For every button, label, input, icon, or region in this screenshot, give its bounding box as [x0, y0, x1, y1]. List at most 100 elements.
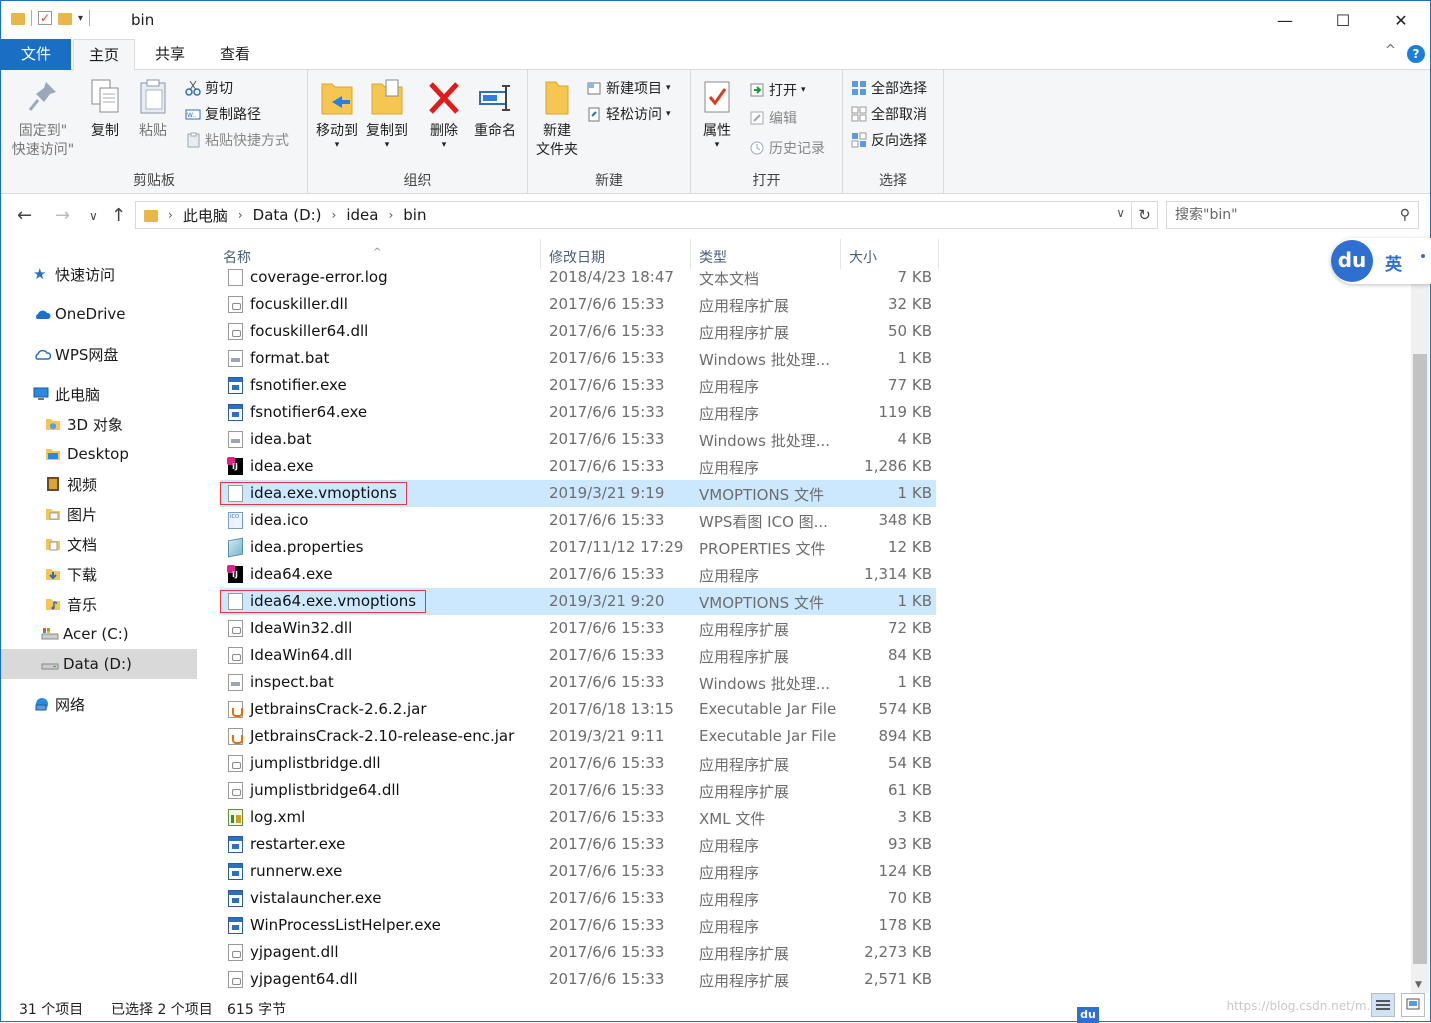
vertical-scrollbar[interactable]: ▲ ▼ [1411, 239, 1429, 993]
breadcrumb-data-d[interactable]: Data (D:) [253, 206, 322, 224]
refresh-icon[interactable]: ↻ [1131, 202, 1157, 228]
tab-share[interactable]: 共享 [139, 39, 201, 70]
chevron-right-icon[interactable]: › [238, 208, 243, 222]
file-row[interactable]: idea.exe 2017/6/6 15:33 应用程序 1,286 KB [220, 453, 936, 480]
recent-locations-chevron-icon[interactable]: ∨ [89, 209, 98, 223]
collapse-ribbon-icon[interactable]: ^ [1385, 43, 1396, 58]
up-arrow-icon[interactable]: ↑ [111, 205, 126, 226]
paste-shortcut-button[interactable]: 粘贴快捷方式 [185, 130, 289, 150]
nav-item-network[interactable]: 网络 [1, 689, 197, 719]
new-folder-icon[interactable] [58, 13, 72, 25]
column-divider[interactable] [938, 239, 939, 269]
file-row[interactable]: idea.bat 2017/6/6 15:33 Windows 批处理... 4 KB [220, 426, 936, 453]
large-icons-view-button[interactable] [1401, 993, 1425, 1017]
history-button[interactable]: 历史记录 [749, 138, 825, 158]
select-all-button[interactable]: 全部选择 [851, 78, 927, 98]
breadcrumb-this-pc[interactable]: 此电脑 [183, 205, 228, 226]
chevron-right-icon[interactable]: › [168, 208, 173, 222]
cut-button[interactable]: 剪切 [185, 78, 233, 98]
file-row[interactable]: vistalauncher.exe 2017/6/6 15:33 应用程序 70 KB [220, 885, 936, 912]
pin-quick-access-button[interactable]: 固定到" 快速访问" [9, 78, 77, 160]
file-row[interactable]: focuskiller64.dll 2017/6/6 15:33 应用程序扩展 50 … [220, 318, 936, 345]
properties-check-icon[interactable]: ✓ [38, 11, 52, 25]
file-row[interactable]: JetbrainsCrack-2.10-release-enc.jar 2019/… [220, 723, 936, 750]
file-row[interactable]: runnerw.exe 2017/6/6 15:33 应用程序 124 KB [220, 858, 936, 885]
search-icon[interactable]: ⚲ [1400, 202, 1410, 228]
nav-item-music[interactable]: 音乐 [1, 589, 197, 619]
file-row[interactable]: focuskiller.dll 2017/6/6 15:33 应用程序扩展 32 KB [220, 291, 936, 318]
nav-item-downloads[interactable]: 下载 [1, 559, 197, 589]
nav-item-drive-c[interactable]: Acer (C:) [1, 619, 197, 649]
file-row[interactable]: idea.exe.vmoptions 2019/3/21 9:19 VMOPTION… [220, 480, 936, 507]
search-input[interactable]: 搜索"bin" ⚲ [1166, 201, 1419, 229]
file-row[interactable]: format.bat 2017/6/6 15:33 Windows 批处理... 1 … [220, 345, 936, 372]
delete-button[interactable]: 删除 ▾ [424, 78, 464, 150]
copy-path-button[interactable]: W.. 复制路径 [185, 104, 261, 124]
new-item-button[interactable]: 新建项目 ▾ [586, 78, 671, 98]
open-button[interactable]: 打开 ▾ [749, 80, 806, 100]
nav-item-videos[interactable]: 视频 [1, 469, 197, 499]
chevron-right-icon[interactable]: › [388, 208, 393, 222]
help-icon[interactable]: ? [1407, 45, 1425, 63]
details-view-button[interactable] [1371, 993, 1395, 1017]
file-row[interactable]: IdeaWin64.dll 2017/6/6 15:33 应用程序扩展 84 KB [220, 642, 936, 669]
file-row[interactable]: idea64.exe.vmoptions 2019/3/21 9:20 VMOPTI… [220, 588, 936, 615]
forward-arrow-icon[interactable]: → [55, 205, 70, 226]
file-row[interactable]: yjpagent64.dll 2017/6/6 15:33 应用程序扩展 2,571 … [220, 966, 936, 993]
select-none-button[interactable]: 全部取消 [851, 104, 927, 124]
breadcrumb-bin[interactable]: bin [403, 206, 426, 224]
scrollbar-thumb[interactable] [1413, 354, 1427, 964]
rename-button[interactable]: 重命名 [470, 78, 520, 141]
file-row[interactable]: log.xml 2017/6/6 15:33 XML 文件 3 KB [220, 804, 936, 831]
nav-item-onedrive[interactable]: OneDrive [1, 299, 197, 329]
file-row[interactable]: JetbrainsCrack-2.6.2.jar 2017/6/18 13:15 E… [220, 696, 936, 723]
maximize-button[interactable]: ☐ [1314, 1, 1372, 39]
nav-item-documents[interactable]: 文档 [1, 529, 197, 559]
ime-widget[interactable]: du 英 [1331, 238, 1431, 284]
properties-button[interactable]: 属性 ▾ [697, 78, 737, 150]
chevron-right-icon[interactable]: › [332, 208, 337, 222]
address-dropdown-chevron-icon[interactable]: ∨ [1116, 206, 1125, 220]
easy-access-button[interactable]: 轻松访问 ▾ [586, 104, 671, 124]
tab-file[interactable]: 文件 [1, 39, 71, 70]
file-row[interactable]: jumplistbridge64.dll 2017/6/6 15:33 应用程序扩展… [220, 777, 936, 804]
tab-view[interactable]: 查看 [205, 39, 265, 70]
ime-language-toggle[interactable]: 英 [1385, 250, 1402, 275]
file-row[interactable]: jumplistbridge.dll 2017/6/6 15:33 应用程序扩展 54… [220, 750, 936, 777]
file-row[interactable]: fsnotifier64.exe 2017/6/6 15:33 应用程序 119 KB [220, 399, 936, 426]
paste-button[interactable]: 粘贴 [133, 78, 173, 141]
nav-item-3d-objects[interactable]: 3D 对象 [1, 409, 197, 439]
copy-button[interactable]: 复制 [85, 78, 125, 141]
file-row[interactable]: IdeaWin32.dll 2017/6/6 15:33 应用程序扩展 72 KB [220, 615, 936, 642]
back-arrow-icon[interactable]: ← [17, 205, 32, 226]
customize-dropdown-icon[interactable]: ▾ [78, 13, 83, 24]
file-row[interactable]: inspect.bat 2017/6/6 15:33 Windows 批处理... 1… [220, 669, 936, 696]
move-to-button[interactable]: 移动到 ▾ [314, 78, 360, 150]
nav-item-wps-cloud[interactable]: WPS网盘 [1, 339, 197, 369]
file-row[interactable]: idea64.exe 2017/6/6 15:33 应用程序 1,314 KB [220, 561, 936, 588]
ime-logo[interactable]: du [1331, 240, 1373, 282]
file-row[interactable]: fsnotifier.exe 2017/6/6 15:33 应用程序 77 KB [220, 372, 936, 399]
scroll-down-arrow-icon[interactable]: ▼ [1415, 980, 1422, 990]
file-row[interactable]: yjpagent.dll 2017/6/6 15:33 应用程序扩展 2,273 KB [220, 939, 936, 966]
close-button[interactable]: ✕ [1372, 1, 1430, 39]
nav-item-quick-access[interactable]: ★ 快速访问 [1, 259, 197, 289]
tab-home[interactable]: 主页 [73, 39, 135, 71]
file-row[interactable]: idea.ico 2017/6/6 15:33 WPS看图 ICO 图... 348 … [220, 507, 936, 534]
nav-item-this-pc[interactable]: 此电脑 [1, 379, 197, 409]
file-row[interactable]: restarter.exe 2017/6/6 15:33 应用程序 93 KB [220, 831, 936, 858]
file-row[interactable]: coverage-error.log 2018/4/23 18:47 文本文档 7 K… [220, 264, 936, 291]
nav-item-drive-d[interactable]: Data (D:) [1, 649, 197, 679]
new-folder-button[interactable]: 新建 文件夹 [532, 78, 582, 160]
copy-to-button[interactable]: 复制到 ▾ [364, 78, 410, 150]
address-bar[interactable]: › 此电脑 › Data (D:) › idea › bin ∨ ↻ [135, 201, 1158, 229]
breadcrumb-idea[interactable]: idea [346, 206, 378, 224]
nav-item-pictures[interactable]: 图片 [1, 499, 197, 529]
ime-menu-dot-icon[interactable] [1421, 254, 1425, 258]
minimize-button[interactable]: — [1256, 1, 1314, 39]
file-row[interactable]: idea.properties 2017/11/12 17:29 PROPERTIE… [220, 534, 936, 561]
invert-selection-button[interactable]: 反向选择 [851, 130, 927, 150]
file-row[interactable]: WinProcessListHelper.exe 2017/6/6 15:33 应用… [220, 912, 936, 939]
nav-item-desktop[interactable]: Desktop [1, 439, 197, 469]
edit-button[interactable]: 编辑 [749, 108, 797, 128]
